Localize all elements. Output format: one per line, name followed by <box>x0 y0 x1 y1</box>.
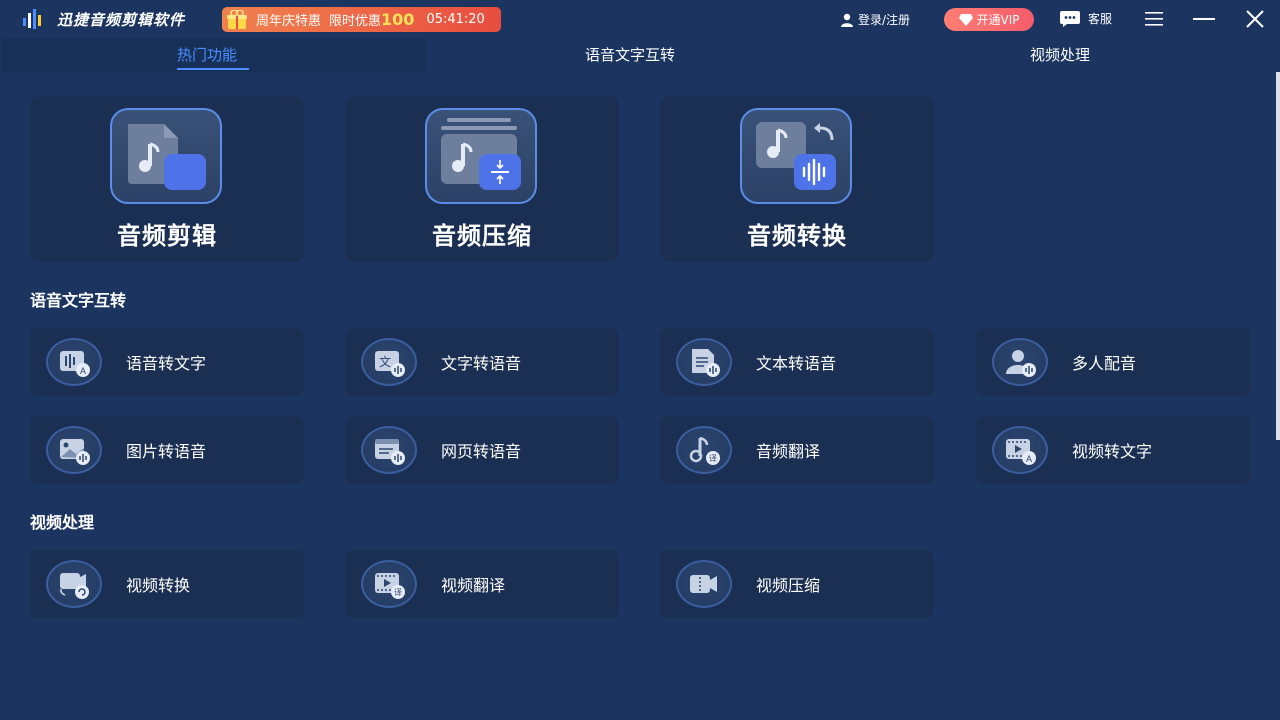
login-button[interactable]: 登录/注册 <box>840 11 910 28</box>
title-bar: 迅捷音频剪辑软件 周年庆特惠 限时优惠 100 05:41:20 登录/注册 开… <box>0 0 1280 38</box>
card-label: 视频转换 <box>126 576 191 595</box>
promo-label: 周年庆特惠 <box>256 14 322 29</box>
multi-voice-icon <box>992 338 1048 386</box>
tab-active-indicator <box>177 68 249 70</box>
svg-text:A: A <box>1026 454 1032 464</box>
card-label: 语音转文字 <box>126 354 207 373</box>
document-to-speech-icon <box>676 338 732 386</box>
card-video-translate[interactable]: 译 视频翻译 <box>345 550 619 618</box>
text-to-speech-icon: 文 <box>361 338 417 386</box>
audio-translate-icon: 译 <box>676 426 732 474</box>
chat-icon <box>1060 10 1080 27</box>
image-to-speech-icon <box>46 426 102 474</box>
hot-card-audio-convert[interactable]: 音频转换 <box>660 96 934 262</box>
audio-compress-icon <box>425 108 537 204</box>
card-document-to-speech[interactable]: 文本转语音 <box>660 328 934 396</box>
minimize-icon[interactable] <box>1192 8 1216 30</box>
section-title-speech: 语音文字互转 <box>30 291 127 310</box>
card-speech-to-text[interactable]: A 语音转文字 <box>30 328 304 396</box>
promo-amount: 100 <box>381 10 415 29</box>
card-label: 图片转语音 <box>126 442 207 461</box>
user-icon <box>841 13 853 27</box>
hot-card-audio-compress[interactable]: 音频压缩 <box>345 96 619 262</box>
card-label: 多人配音 <box>1072 354 1137 373</box>
svg-text:A: A <box>80 366 86 376</box>
card-webpage-to-speech[interactable]: 网页转语音 <box>345 416 619 484</box>
tab-hot-features[interactable]: 热门功能 <box>177 44 237 65</box>
hot-label: 音频剪辑 <box>117 222 217 250</box>
card-label: 文字转语音 <box>441 354 522 373</box>
card-label: 视频翻译 <box>441 576 506 595</box>
menu-icon[interactable] <box>1142 8 1166 30</box>
promo-banner[interactable]: 周年庆特惠 限时优惠 100 05:41:20 <box>222 7 501 32</box>
svg-text:译: 译 <box>709 454 717 463</box>
audio-convert-icon <box>740 108 852 204</box>
card-label: 视频转文字 <box>1072 442 1153 461</box>
svg-text:文: 文 <box>379 354 391 369</box>
card-text-to-speech[interactable]: 文 文字转语音 <box>345 328 619 396</box>
promo-limit: 限时优惠 <box>329 14 382 29</box>
card-label: 视频压缩 <box>756 576 821 595</box>
app-title: 迅捷音频剪辑软件 <box>57 11 186 29</box>
vip-button[interactable]: 开通VIP <box>944 8 1034 31</box>
scrollbar[interactable] <box>1276 72 1280 440</box>
section-title-video: 视频处理 <box>30 513 95 532</box>
tab-video-processing[interactable]: 视频处理 <box>1030 44 1090 65</box>
video-to-text-icon: A <box>992 426 1048 474</box>
svg-text:译: 译 <box>394 588 402 597</box>
diamond-icon <box>958 13 973 26</box>
service-button[interactable]: 客服 <box>1060 10 1112 27</box>
login-label: 登录/注册 <box>858 13 911 27</box>
card-video-to-text[interactable]: A 视频转文字 <box>976 416 1250 484</box>
card-image-to-speech[interactable]: 图片转语音 <box>30 416 304 484</box>
card-audio-translate[interactable]: 译 音频翻译 <box>660 416 934 484</box>
close-icon[interactable] <box>1243 8 1267 30</box>
hot-label: 音频压缩 <box>432 222 532 250</box>
video-translate-icon: 译 <box>361 560 417 608</box>
promo-timer: 05:41:20 <box>426 12 485 27</box>
tab-speech-text[interactable]: 语音文字互转 <box>585 44 675 65</box>
vip-label: 开通VIP <box>976 13 1020 27</box>
speech-to-text-icon: A <box>46 338 102 386</box>
card-video-convert[interactable]: 视频转换 <box>30 550 304 618</box>
card-label: 文本转语音 <box>756 354 837 373</box>
hot-card-audio-edit[interactable]: 音频剪辑 <box>30 96 304 262</box>
gift-icon <box>222 7 252 32</box>
card-label: 网页转语音 <box>441 442 522 461</box>
webpage-to-speech-icon <box>361 426 417 474</box>
audio-edit-icon <box>110 108 222 204</box>
card-video-compress[interactable]: 视频压缩 <box>660 550 934 618</box>
video-compress-icon <box>676 560 732 608</box>
video-convert-icon <box>46 560 102 608</box>
service-label: 客服 <box>1088 12 1113 26</box>
hot-label: 音频转换 <box>747 222 847 250</box>
card-label: 音频翻译 <box>756 442 821 461</box>
app-logo-icon <box>23 9 41 29</box>
card-multi-voice[interactable]: 多人配音 <box>976 328 1250 396</box>
tab-bar: 热门功能 语音文字互转 视频处理 <box>0 38 1280 72</box>
